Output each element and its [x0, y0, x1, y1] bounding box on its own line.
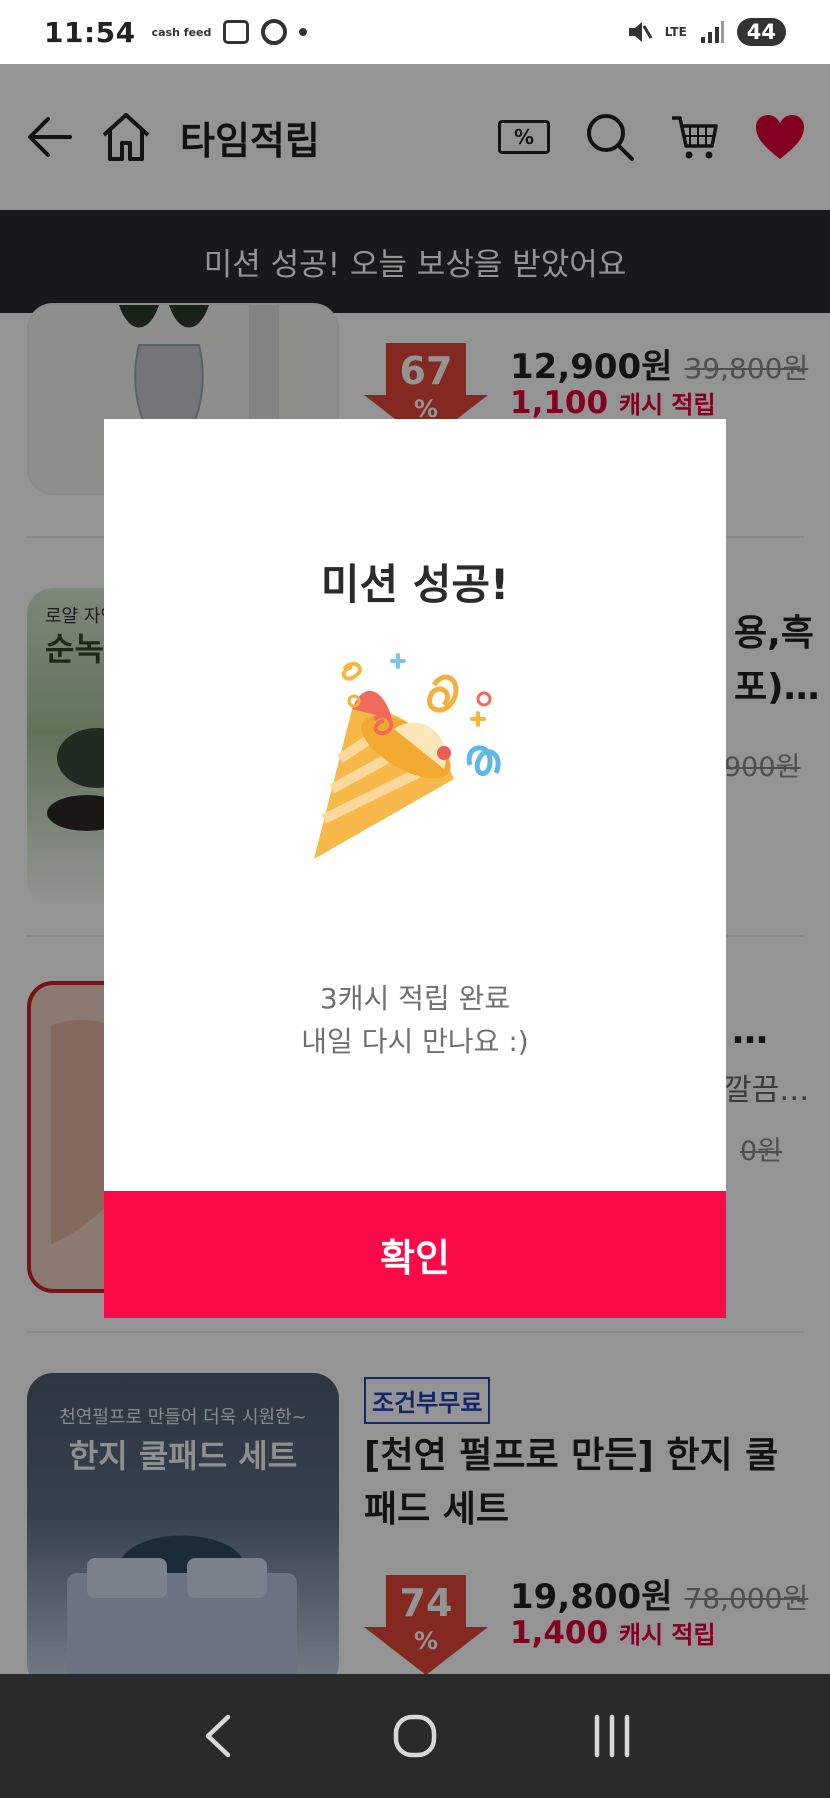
party-popper-icon [314, 653, 501, 859]
mission-success-modal: 미션 성공! 3캐시 적립 완료 내일 다시 만나요 :) 확인 [104, 419, 726, 1318]
nav-recents-button[interactable] [572, 1696, 652, 1776]
notification-dot-icon [299, 28, 308, 36]
cashfeed-icon: cash feed [152, 27, 212, 38]
modal-message-line-1: 3캐시 적립 완료 [319, 982, 511, 1015]
nav-home-button[interactable] [375, 1696, 455, 1776]
nav-back-button[interactable] [178, 1696, 258, 1776]
signal-icon [700, 21, 724, 43]
cashfeed-label: cash feed [151, 25, 212, 39]
status-bar: 11:54 cash feed LTE 44 [0, 0, 830, 64]
nav-recents-icon [594, 1714, 629, 1758]
status-right-icons: LTE 44 [625, 18, 786, 46]
gallery-icon [223, 20, 250, 44]
status-left-icons: cash feed [152, 19, 308, 45]
nav-home-icon [393, 1714, 437, 1758]
nav-back-icon [206, 1714, 231, 1758]
status-time: 11:54 [44, 15, 136, 49]
mute-icon [628, 22, 653, 42]
modal-message-line-2: 내일 다시 만나요 :) [301, 1025, 529, 1058]
lte-indicator: LTE [664, 25, 687, 39]
chat-icon [261, 19, 288, 45]
system-nav-bar [0, 1674, 830, 1798]
battery-indicator: 44 [736, 18, 786, 46]
confirm-button[interactable]: 확인 [104, 1191, 726, 1318]
modal-title: 미션 성공! [320, 560, 510, 609]
